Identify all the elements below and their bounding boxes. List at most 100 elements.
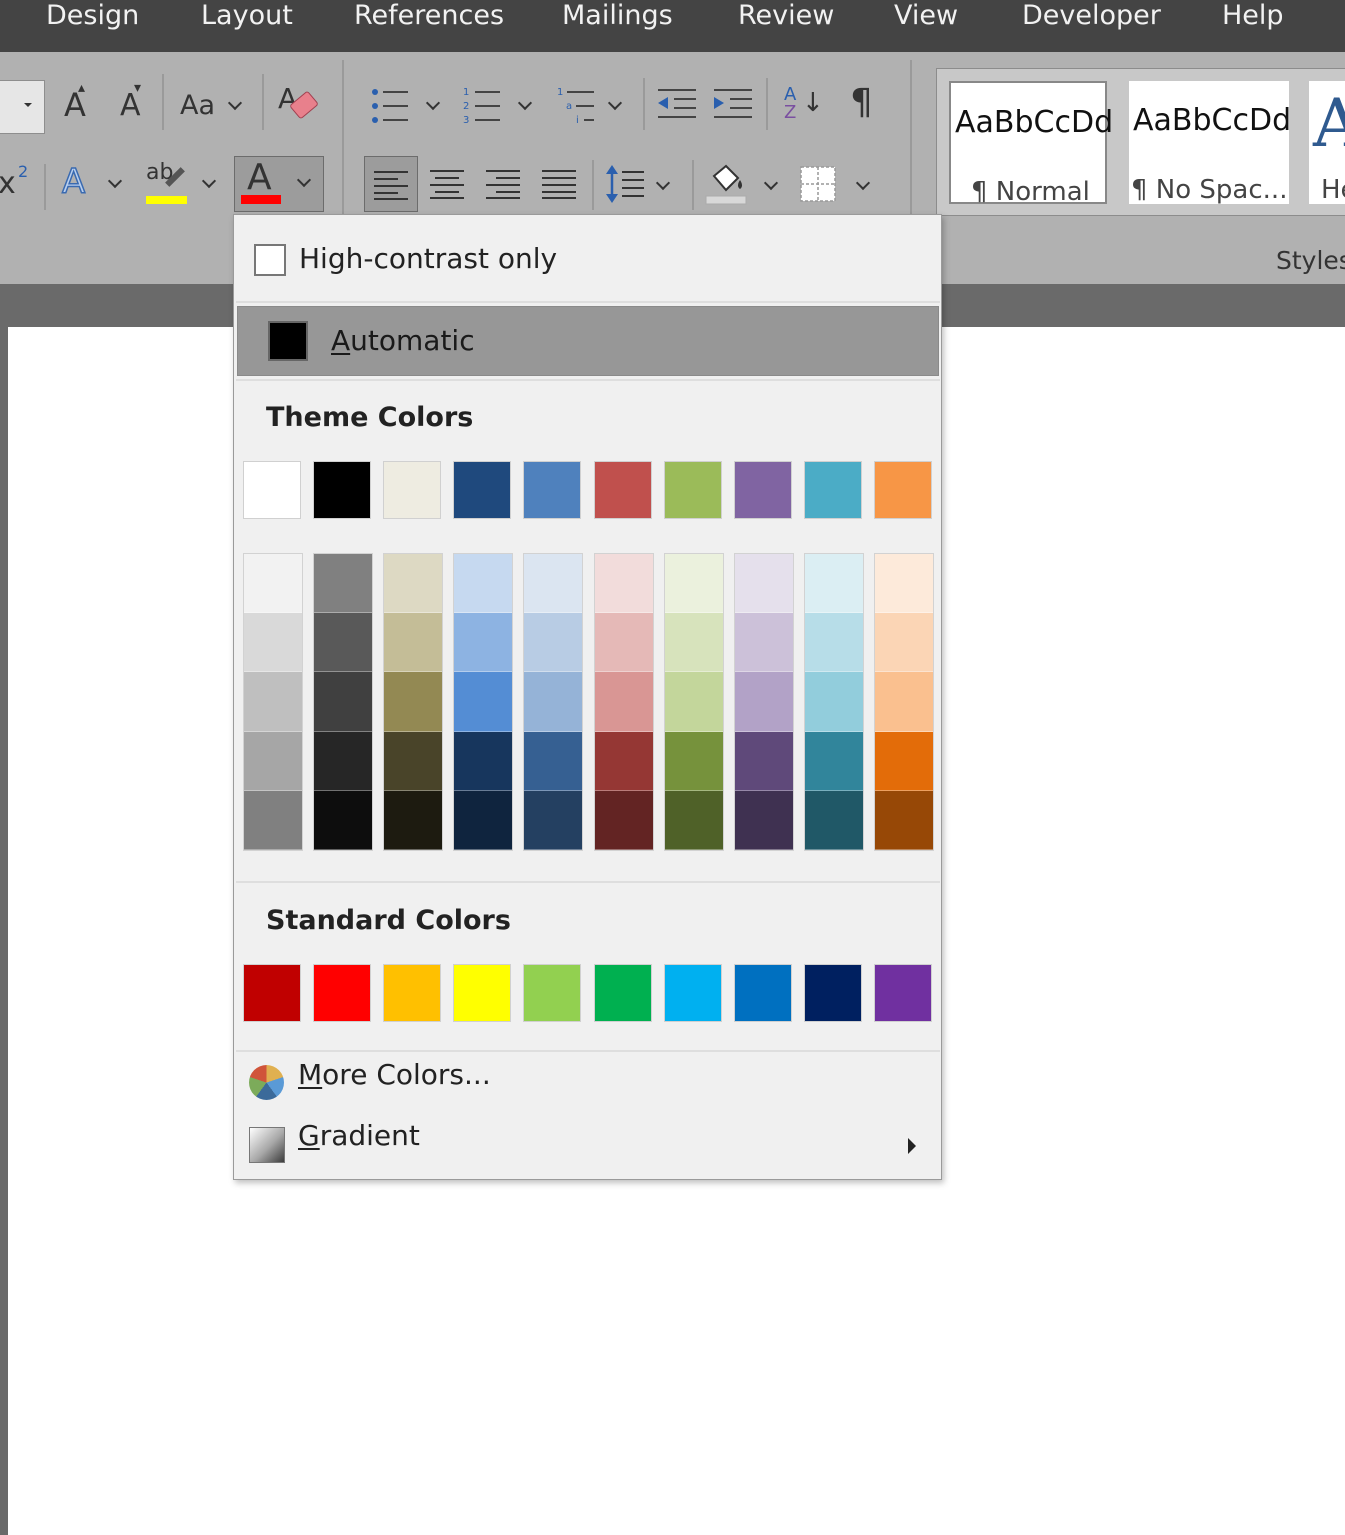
theme-shade-swatch[interactable] <box>594 672 653 732</box>
theme-shade-swatch[interactable] <box>384 672 443 732</box>
menu-tab-help[interactable]: Help <box>1222 0 1284 34</box>
theme-shade-swatch[interactable] <box>384 790 443 850</box>
standard-color-swatch[interactable] <box>733 964 792 1022</box>
theme-shade-swatch[interactable] <box>664 554 723 614</box>
theme-shade-swatch[interactable] <box>594 731 653 791</box>
standard-color-swatch[interactable] <box>313 964 372 1022</box>
theme-shade-swatch[interactable] <box>244 613 302 673</box>
theme-shade-swatch[interactable] <box>804 731 863 791</box>
theme-shade-swatch[interactable] <box>524 613 583 673</box>
theme-shade-swatch[interactable] <box>804 790 863 850</box>
theme-color-swatch[interactable] <box>383 461 442 519</box>
borders-button[interactable] <box>800 160 876 210</box>
standard-color-swatch[interactable] <box>453 964 512 1022</box>
theme-shade-swatch[interactable] <box>314 672 373 732</box>
theme-color-swatch[interactable] <box>593 461 652 519</box>
standard-color-swatch[interactable] <box>523 964 582 1022</box>
style-heading[interactable]: A He <box>1309 81 1345 205</box>
theme-shade-swatch[interactable] <box>384 613 443 673</box>
decrease-indent-button[interactable] <box>656 86 698 126</box>
bullets-button[interactable] <box>370 82 446 132</box>
menu-tab-review[interactable]: Review <box>738 0 834 34</box>
theme-shade-swatch[interactable] <box>734 613 793 673</box>
show-formatting-marks-button[interactable]: ¶ <box>846 82 886 132</box>
menu-tab-layout[interactable]: Layout <box>201 0 293 34</box>
align-right-button[interactable] <box>484 168 524 202</box>
standard-color-swatch[interactable] <box>593 964 652 1022</box>
menu-tab-mailings[interactable]: Mailings <box>562 0 673 34</box>
high-contrast-checkbox[interactable] <box>254 244 286 276</box>
standard-color-swatch[interactable] <box>663 964 722 1022</box>
theme-shade-swatch[interactable] <box>874 672 933 732</box>
standard-color-swatch[interactable] <box>383 964 442 1022</box>
theme-shade-swatch[interactable] <box>734 731 793 791</box>
theme-shade-swatch[interactable] <box>384 554 443 614</box>
multilevel-list-button[interactable]: 1ai <box>556 82 632 132</box>
font-size-dropdown[interactable] <box>0 80 45 134</box>
theme-shade-swatch[interactable] <box>314 731 373 791</box>
theme-shade-swatch[interactable] <box>804 613 863 673</box>
theme-color-swatch[interactable] <box>523 461 582 519</box>
shrink-font-button[interactable]: A ▾ <box>114 80 150 132</box>
theme-shade-swatch[interactable] <box>734 554 793 614</box>
theme-color-swatch[interactable] <box>733 461 792 519</box>
font-size-dropdown-arrow-icon[interactable] <box>24 103 32 107</box>
theme-shade-swatch[interactable] <box>524 731 583 791</box>
theme-shade-swatch[interactable] <box>244 731 302 791</box>
theme-shade-swatch[interactable] <box>874 554 933 614</box>
theme-shade-swatch[interactable] <box>874 790 933 850</box>
theme-shade-swatch[interactable] <box>314 613 373 673</box>
theme-shade-swatch[interactable] <box>454 554 513 614</box>
clear-formatting-button[interactable]: A <box>276 82 322 132</box>
theme-shade-swatch[interactable] <box>594 613 653 673</box>
style-no-spacing[interactable]: AaBbCcDd ¶ No Spac... <box>1129 81 1291 205</box>
theme-shade-swatch[interactable] <box>244 554 302 614</box>
theme-shade-swatch[interactable] <box>524 672 583 732</box>
theme-shade-swatch[interactable] <box>524 790 583 850</box>
change-case-button[interactable]: Aa <box>176 82 250 132</box>
theme-shade-swatch[interactable] <box>734 672 793 732</box>
theme-shade-swatch[interactable] <box>454 672 513 732</box>
superscript-button[interactable]: x 2 <box>0 158 34 208</box>
theme-shade-swatch[interactable] <box>664 731 723 791</box>
theme-shade-swatch[interactable] <box>874 613 933 673</box>
theme-shade-swatch[interactable] <box>524 554 583 614</box>
standard-color-swatch[interactable] <box>873 964 932 1022</box>
theme-color-swatch[interactable] <box>243 461 301 519</box>
theme-shade-swatch[interactable] <box>594 790 653 850</box>
menu-tab-design[interactable]: Design <box>46 0 139 34</box>
theme-color-swatch[interactable] <box>663 461 722 519</box>
theme-shade-swatch[interactable] <box>454 613 513 673</box>
font-color-button[interactable]: A <box>234 156 324 212</box>
theme-color-swatch[interactable] <box>873 461 932 519</box>
menu-tab-developer[interactable]: Developer <box>1022 0 1161 34</box>
standard-color-swatch[interactable] <box>243 964 301 1022</box>
text-effects-button[interactable]: A <box>58 158 128 208</box>
numbering-button[interactable]: 1 2 3 <box>462 82 538 132</box>
theme-shade-swatch[interactable] <box>454 790 513 850</box>
theme-shade-swatch[interactable] <box>594 554 653 614</box>
shading-button[interactable] <box>704 160 784 210</box>
theme-shade-swatch[interactable] <box>874 731 933 791</box>
justify-button[interactable] <box>540 168 580 202</box>
automatic-color-item[interactable]: Automatic <box>237 306 939 376</box>
high-contrast-label[interactable]: High-contrast only <box>299 242 557 275</box>
grow-font-button[interactable]: A ▴ <box>58 80 94 132</box>
theme-shade-swatch[interactable] <box>314 790 373 850</box>
more-colors-label[interactable]: More Colors... <box>298 1058 491 1091</box>
menu-tab-references[interactable]: References <box>354 0 504 34</box>
menu-tab-view[interactable]: View <box>894 0 958 34</box>
text-highlight-button[interactable]: ab <box>140 158 222 208</box>
align-left-button[interactable] <box>364 156 418 212</box>
theme-shade-swatch[interactable] <box>664 672 723 732</box>
style-normal[interactable]: AaBbCcDd ¶ Normal <box>949 81 1113 207</box>
theme-shade-swatch[interactable] <box>314 554 373 614</box>
standard-color-swatch[interactable] <box>803 964 862 1022</box>
align-center-button[interactable] <box>428 168 468 202</box>
theme-shade-swatch[interactable] <box>804 554 863 614</box>
increase-indent-button[interactable] <box>712 86 754 126</box>
theme-shade-swatch[interactable] <box>384 731 443 791</box>
theme-shade-swatch[interactable] <box>244 790 302 850</box>
theme-color-swatch[interactable] <box>313 461 372 519</box>
theme-shade-swatch[interactable] <box>734 790 793 850</box>
